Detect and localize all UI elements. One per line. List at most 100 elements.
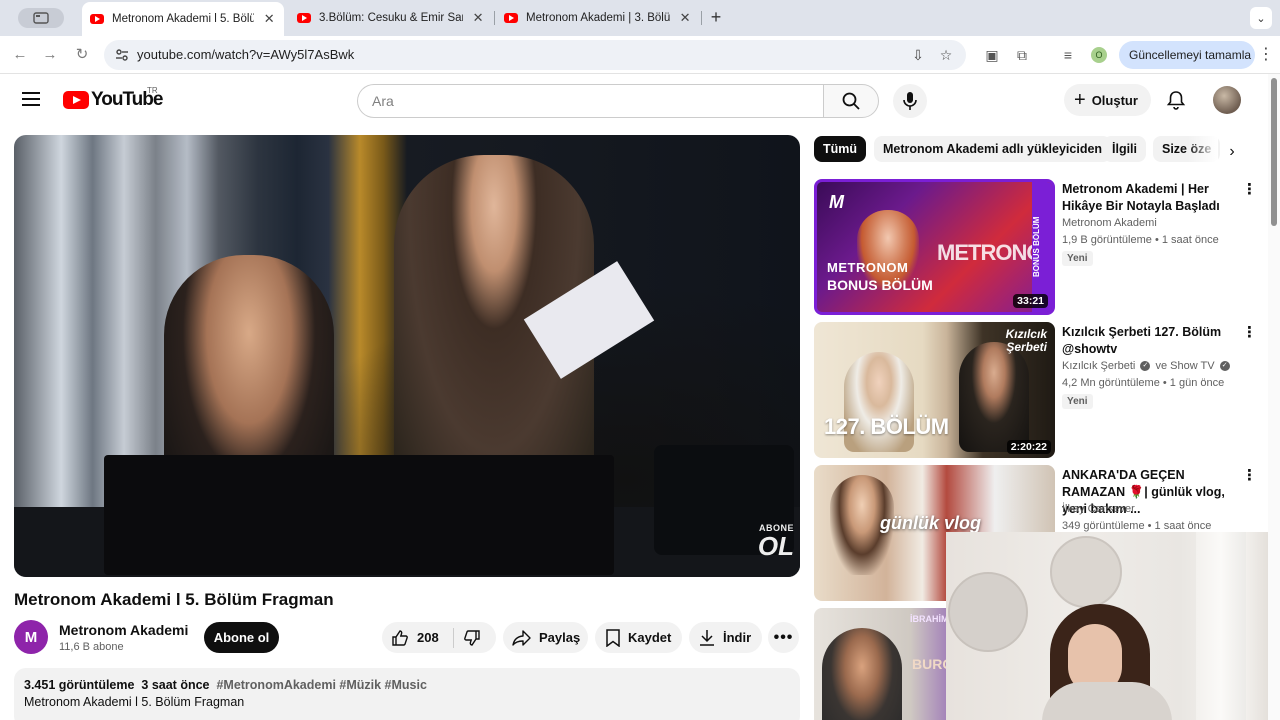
hashtags[interactable]: #MetronomAkademi #Müzik #Music [216, 678, 426, 692]
address-bar[interactable]: youtube.com/watch?v=AWy5l7AsBwk ⇩ ☆ [104, 40, 966, 70]
share-button[interactable]: Paylaş [503, 622, 588, 653]
recommended-title[interactable]: Kızılcık Şerbeti 127. Bölüm @showtv [1062, 324, 1234, 358]
tab-title: Metronom Akademi l 5. Bölüm [112, 13, 255, 25]
tab-list-chevron-icon[interactable]: ⌄ [1250, 7, 1272, 29]
recommended-stats: 1,9 B görüntüleme • 1 saat önce [1062, 234, 1219, 246]
dislike-button[interactable] [454, 629, 481, 647]
description-text: Metronom Akademi l 5. Bölüm Fragman [24, 695, 245, 709]
video-title: Metronom Akademi l 5. Bölüm Fragman [14, 590, 334, 609]
tab-divider [701, 11, 702, 25]
search-icon [842, 92, 860, 110]
browser-menu-icon[interactable]: ⋮ [1258, 45, 1274, 65]
account-avatar[interactable] [1213, 86, 1241, 114]
like-count: 208 [417, 630, 439, 645]
microphone-icon [903, 92, 917, 110]
tab-search-button[interactable] [18, 8, 64, 28]
plus-icon: + [1074, 89, 1086, 111]
bookmark-icon [606, 628, 620, 647]
search-placeholder: Ara [372, 93, 394, 109]
recommended-channel[interactable]: İlkay Cansever [1062, 503, 1135, 515]
page-scrollbar[interactable] [1268, 74, 1280, 720]
youtube-favicon-icon [90, 14, 104, 24]
recommended-stats: 349 görüntüleme • 1 saat önce [1062, 520, 1212, 532]
forward-arrow-icon[interactable]: → [40, 45, 60, 65]
thumbs-down-icon [464, 629, 480, 646]
description-box[interactable]: 3.451 görüntüleme 3 saat önce #MetronomA… [14, 668, 800, 720]
video-thumbnail[interactable]: Kızılcık Şerbeti 127. BÖLÜM 2:20:22 [814, 322, 1055, 458]
subscribe-watermark: ABONE OL [757, 523, 794, 561]
chip-from-uploader[interactable]: Metronom Akademi adlı yükleyiciden [874, 136, 1112, 162]
close-tab-icon[interactable]: ✕ [262, 11, 276, 27]
install-app-icon[interactable]: ⇩ [910, 47, 926, 63]
youtube-masthead: YouTube TR Ara + Oluştur [0, 74, 1268, 130]
tab-cesuku[interactable]: 3.Bölüm: Cesuku & Emir Sam ✕ [289, 5, 493, 31]
browser-tabstrip: Metronom Akademi l 5. Bölüm ✕ 3.Bölüm: C… [0, 0, 1280, 36]
voice-search-button[interactable] [893, 84, 927, 118]
back-arrow-icon[interactable]: ← [10, 45, 30, 65]
download-label: İndir [723, 630, 752, 645]
notifications-bell-icon[interactable] [1166, 90, 1186, 110]
tab-group-icon [33, 12, 49, 24]
chip-related[interactable]: İlgili [1103, 136, 1146, 162]
close-tab-icon[interactable]: ✕ [471, 10, 485, 26]
create-button[interactable]: + Oluştur [1064, 84, 1151, 116]
country-code: TR [147, 86, 158, 95]
search-input[interactable]: Ara [357, 84, 824, 118]
download-icon [700, 629, 714, 646]
screen-share-icon[interactable]: ▣ [982, 45, 1002, 65]
save-button[interactable]: Kaydet [595, 622, 682, 653]
new-tab-icon[interactable]: + [706, 7, 726, 28]
recommended-channel[interactable]: Kızılcık Şerbeti ✓ ve Show TV ✓ [1062, 360, 1232, 372]
download-button[interactable]: İndir [689, 622, 762, 653]
scrollbar-thumb[interactable] [1271, 78, 1277, 226]
chip-all[interactable]: Tümü [814, 136, 867, 162]
url-text: youtube.com/watch?v=AWy5l7AsBwk [137, 47, 355, 62]
site-settings-icon[interactable] [114, 47, 130, 63]
more-vertical-icon[interactable]: ⋮ [1242, 324, 1257, 341]
menu-hamburger-icon[interactable] [22, 92, 40, 106]
channel-name[interactable]: Metronom Akademi [59, 622, 188, 638]
profile-avatar[interactable]: O [1091, 47, 1107, 63]
chevron-right-icon[interactable]: › [1222, 142, 1242, 162]
tab-title: 3.Bölüm: Cesuku & Emir Sam [319, 12, 464, 24]
recommended-video[interactable]: M METRONO METRONOM BONUS BÖLÜM BONUS BÖL… [814, 179, 1257, 315]
update-browser-button[interactable]: Güncellemeyi tamamla [1119, 41, 1255, 69]
video-thumbnail[interactable]: M METRONO METRONOM BONUS BÖLÜM BONUS BÖL… [814, 179, 1055, 315]
recommended-title[interactable]: Metronom Akademi | Her Hikâye Bir Notayl… [1062, 181, 1234, 215]
verified-check-icon: ✓ [1219, 361, 1230, 372]
more-vertical-icon[interactable]: ⋮ [1242, 181, 1257, 198]
video-player[interactable]: ABONE OL [14, 135, 800, 577]
more-actions-button[interactable]: ••• [768, 622, 799, 653]
video-duration: 33:21 [1013, 294, 1048, 308]
channel-avatar[interactable]: M [14, 620, 48, 654]
youtube-play-icon [63, 91, 89, 109]
subscribe-button[interactable]: Abone ol [204, 622, 279, 653]
youtube-favicon-icon [504, 13, 518, 23]
bookmark-star-icon[interactable]: ☆ [938, 47, 954, 63]
tab-metronom-5[interactable]: Metronom Akademi l 5. Bölüm ✕ [82, 2, 284, 36]
new-badge: Yeni [1062, 394, 1093, 409]
description-meta: 3.451 görüntüleme 3 saat önce #MetronomA… [24, 678, 790, 692]
tab-metronom-3[interactable]: Metronom Akademi | 3. Bölüm ✕ [496, 5, 700, 31]
recommended-stats: 4,2 Mn görüntüleme • 1 gün önce [1062, 377, 1225, 389]
recommended-video[interactable]: Kızılcık Şerbeti 127. BÖLÜM 2:20:22 Kızıl… [814, 322, 1257, 458]
browser-toolbar: ← → ↻ youtube.com/watch?v=AWy5l7AsBwk ⇩ … [0, 36, 1280, 74]
close-tab-icon[interactable]: ✕ [678, 10, 692, 26]
verified-check-icon: ✓ [1140, 361, 1151, 372]
new-badge: Yeni [1062, 251, 1093, 266]
youtube-logo[interactable]: YouTube TR [63, 86, 163, 111]
like-button[interactable]: 208 [382, 627, 454, 648]
recommended-channel[interactable]: Metronom Akademi [1062, 217, 1157, 229]
media-control-icon[interactable]: ≡ [1058, 45, 1078, 65]
search-button[interactable] [823, 84, 879, 118]
create-label: Oluştur [1091, 92, 1138, 108]
webcam-overlay [946, 532, 1280, 720]
extensions-puzzle-icon[interactable]: ⧉ [1012, 45, 1032, 65]
thumbs-up-icon [392, 629, 408, 646]
video-scene-piano [104, 455, 614, 575]
reload-icon[interactable]: ↻ [72, 45, 92, 65]
more-vertical-icon[interactable]: ⋮ [1242, 467, 1257, 484]
share-label: Paylaş [539, 630, 581, 645]
video-duration: 2:20:22 [1006, 440, 1051, 454]
save-label: Kaydet [628, 630, 672, 645]
